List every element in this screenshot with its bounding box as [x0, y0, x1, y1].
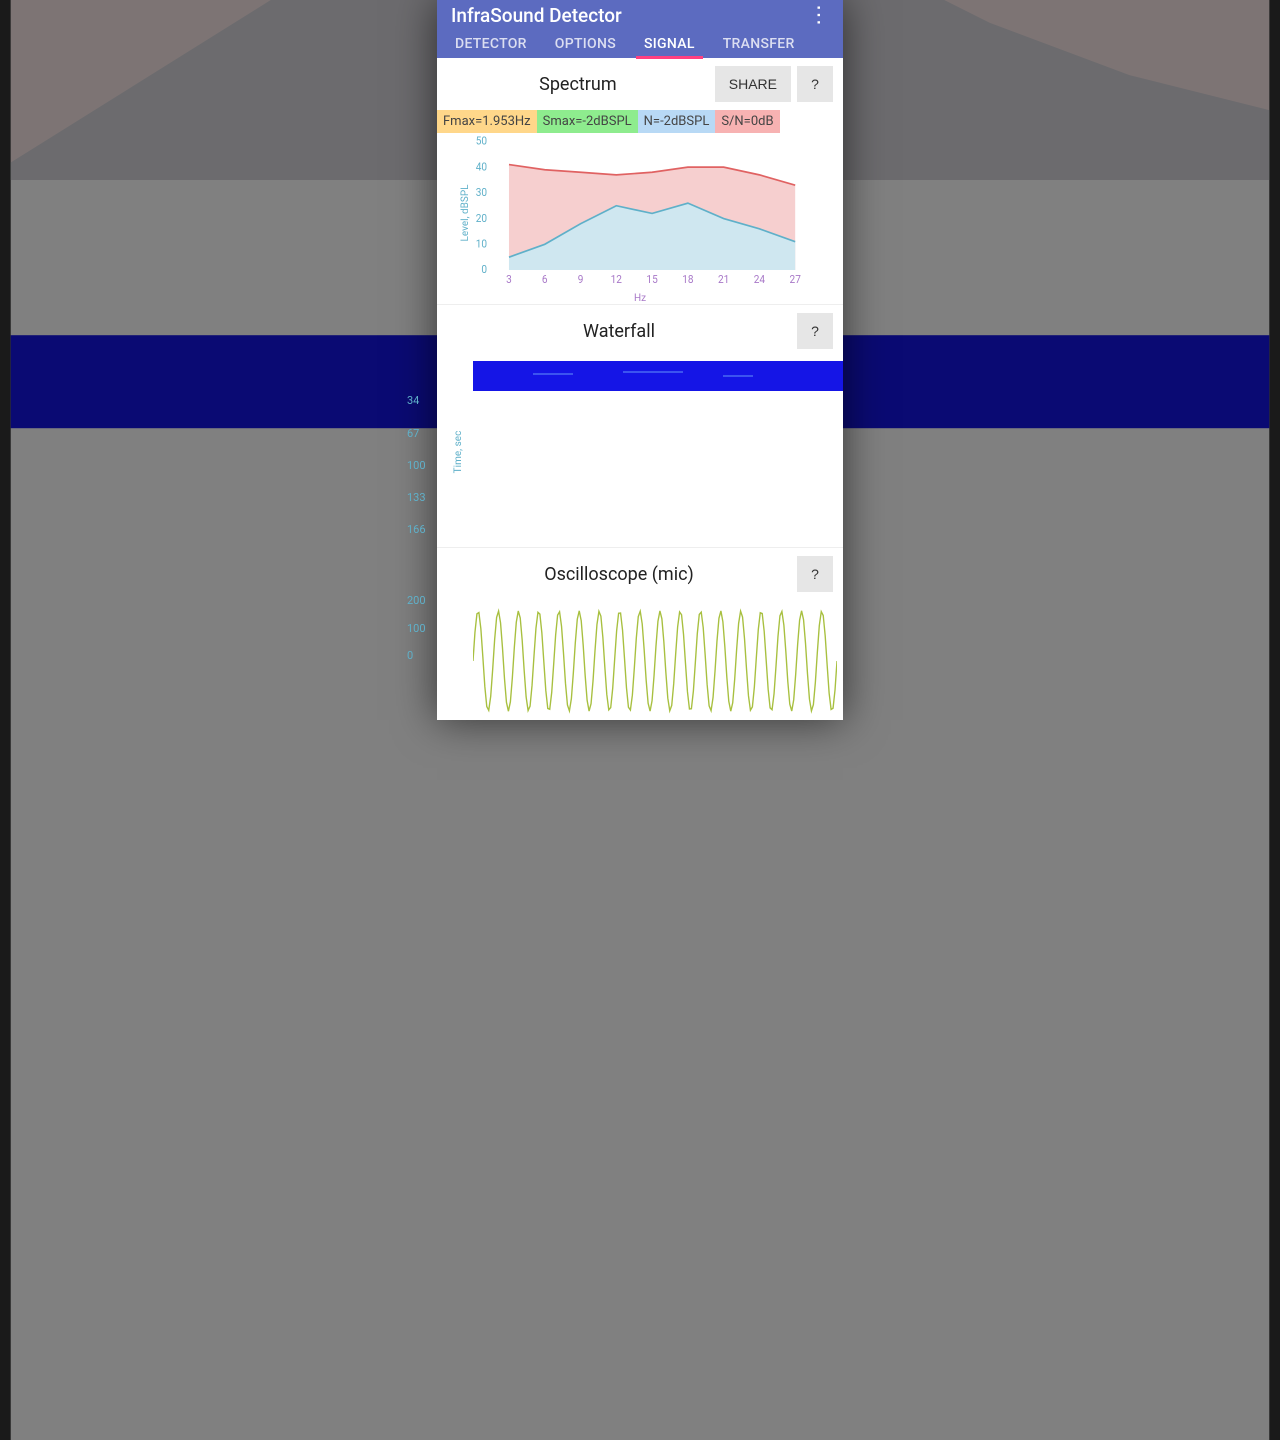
oscilloscope-section: Oscilloscope (mic) ? 0100200	[437, 548, 843, 720]
tab-detector[interactable]: DETECTOR	[441, 30, 541, 58]
oscilloscope-title: Oscilloscope (mic)	[447, 564, 791, 585]
svg-text:24: 24	[754, 273, 765, 285]
tab-signal[interactable]: SIGNAL	[630, 30, 709, 58]
spectrum-chart: Level, dBSPL 0 10 20 30 40 50 3 6 9 12 15 18 21 24 27	[437, 133, 843, 293]
overflow-menu-icon[interactable]: ⋯	[807, 4, 829, 26]
spectrum-ylabel: Level, dBSPL	[460, 184, 471, 241]
spectrum-section: Spectrum SHARE ? Fmax=1.953Hz Smax=-2dBS…	[437, 58, 843, 305]
spectrum-help-button[interactable]: ?	[797, 66, 833, 102]
spectrum-xlabel: Hz	[437, 293, 843, 304]
svg-text:6: 6	[542, 273, 548, 285]
svg-text:50: 50	[476, 135, 487, 148]
svg-text:9: 9	[578, 273, 584, 285]
stat-sn: S/N=0dB	[715, 110, 779, 133]
app-bar: InfraSound Detector ⋯	[437, 0, 843, 30]
spectrum-title: Spectrum	[447, 74, 709, 95]
svg-text:3: 3	[506, 273, 512, 285]
waterfall-title: Waterfall	[447, 321, 791, 342]
svg-text:27: 27	[790, 273, 801, 285]
svg-text:15: 15	[646, 273, 657, 285]
spectrum-stats: Fmax=1.953Hz Smax=-2dBSPL N=-2dBSPL S/N=…	[437, 110, 843, 133]
waterfall-canvas	[473, 361, 843, 391]
tab-transfer[interactable]: TRANSFER	[709, 30, 809, 58]
waterfall-help-button[interactable]: ?	[797, 313, 833, 349]
stat-fmax: Fmax=1.953Hz	[437, 110, 537, 133]
tab-bar: DETECTOR OPTIONS SIGNAL TRANSFER	[437, 30, 843, 58]
svg-text:30: 30	[476, 186, 487, 199]
oscilloscope-chart: 0100200	[437, 600, 843, 720]
svg-text:18: 18	[682, 273, 693, 285]
stat-n: N=-2dBSPL	[638, 110, 716, 133]
svg-text:0: 0	[481, 263, 487, 276]
svg-text:40: 40	[476, 160, 487, 173]
svg-text:12: 12	[611, 273, 622, 285]
svg-text:10: 10	[476, 237, 487, 250]
app-title: InfraSound Detector	[451, 4, 807, 27]
stat-smax: Smax=-2dBSPL	[537, 110, 638, 133]
svg-text:20: 20	[476, 211, 487, 224]
waterfall-ylabel: Time, sec	[453, 431, 464, 474]
svg-text:21: 21	[718, 273, 729, 285]
waterfall-section: Waterfall ? Time, sec 3467100133166	[437, 305, 843, 548]
app-window: InfraSound Detector ⋯ DETECTOR OPTIONS S…	[437, 0, 843, 720]
oscilloscope-help-button[interactable]: ?	[797, 556, 833, 592]
waterfall-chart: Time, sec 3467100133166	[437, 357, 843, 547]
share-button[interactable]: SHARE	[715, 66, 791, 102]
tab-options[interactable]: OPTIONS	[541, 30, 630, 58]
